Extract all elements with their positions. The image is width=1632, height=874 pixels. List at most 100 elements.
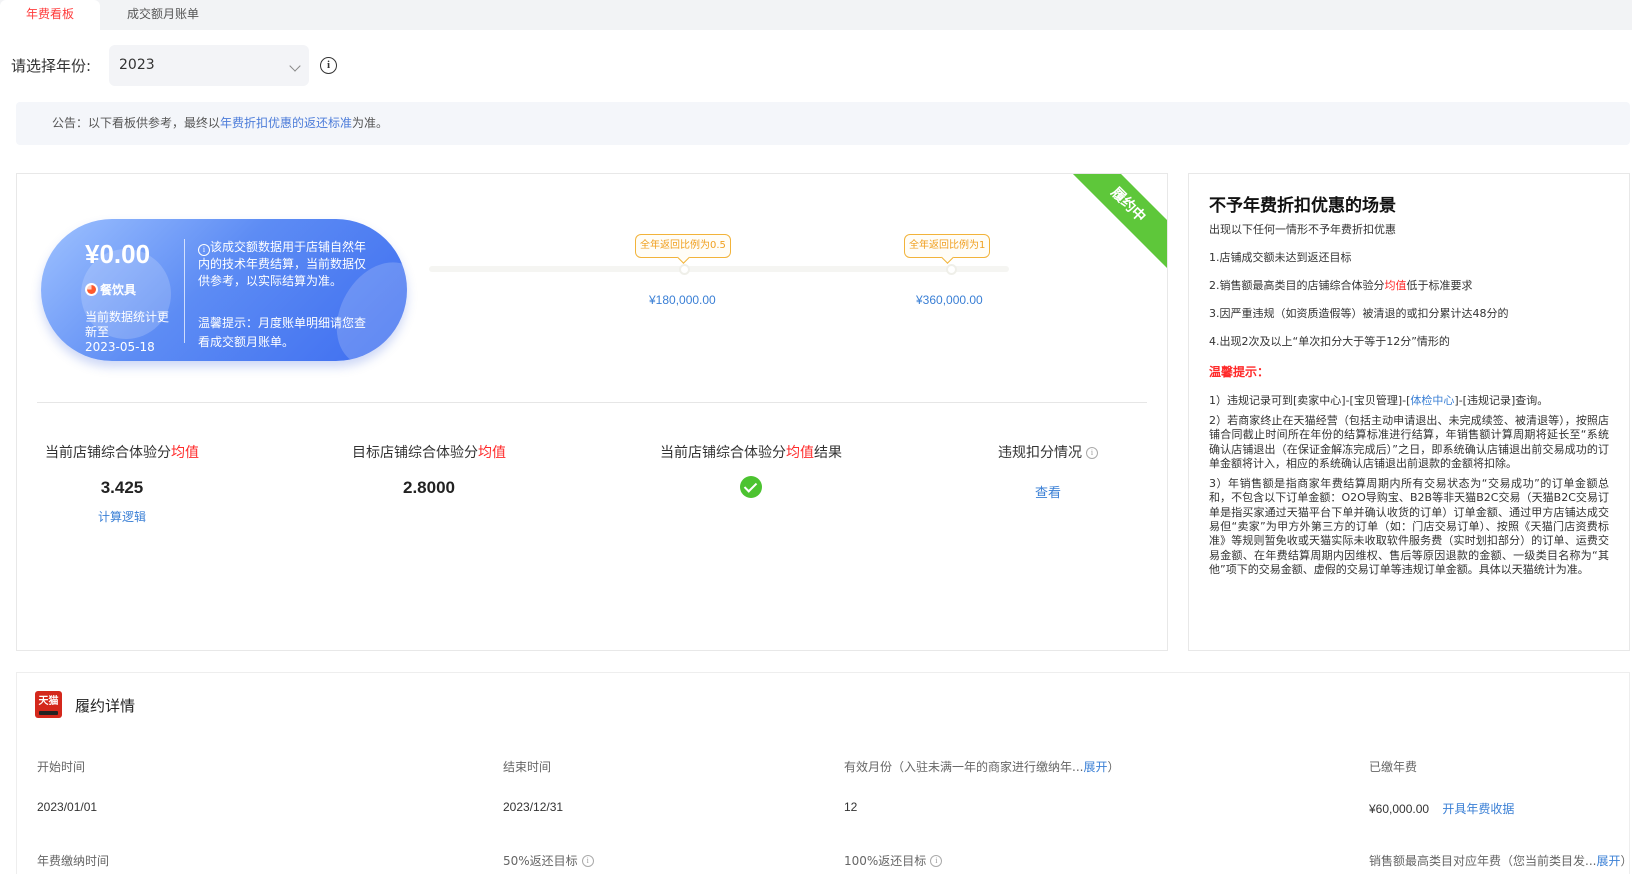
metric-title-highlight: 均值 — [478, 445, 506, 461]
year-select-value: 2023 — [119, 57, 155, 73]
tab-bar: 年费看板 成交额月账单 — [0, 0, 1632, 30]
notice-suffix: 为准。 — [352, 116, 389, 130]
paid-fee-value: ¥60,000.00 开具年费收据 — [1369, 800, 1514, 817]
note-item: 2）若商家终止在天猫经营（包括主动申请退出、未完成续签、被清退等），按照店铺合同… — [1209, 414, 1609, 470]
valid-months-value: 12 — [844, 800, 858, 814]
milestone-label: 全年返回比例为1 — [904, 234, 991, 258]
rule-item: 1.店铺成交额未达到返还目标 — [1209, 251, 1352, 264]
target-50-label: 50%返还目标 i — [503, 852, 594, 869]
metric-target-score: 目标店铺综合体验分均值 2.8000 — [344, 442, 514, 498]
rule-item-highlight: 均值 — [1384, 279, 1407, 292]
sales-card: ¥0.00 餐饮具 当前数据统计更新至 2023-05-18 i 该成交额数据用于… — [41, 219, 407, 361]
category-fee-close: ） — [1620, 854, 1632, 868]
milestone-marker — [679, 264, 690, 275]
pie-chart-icon — [85, 283, 98, 296]
warning-title: 温馨提示： — [1209, 365, 1270, 379]
start-time-label: 开始时间 — [37, 760, 86, 774]
milestone-value: ¥180,000.00 — [649, 293, 716, 307]
check-circle-icon — [740, 476, 762, 498]
update-date: 2023-05-18 — [85, 340, 155, 354]
metric-violation: 违规扣分情况 i 查看 — [992, 442, 1104, 501]
milestone-marker — [946, 264, 957, 275]
card-description: i 该成交额数据用于店铺自然年内的技术年费结算，当前数据仅供参考，以实际结算为准。 — [198, 239, 368, 290]
update-info: 当前数据统计更新至 2023-05-18 — [85, 310, 177, 355]
rule-item: 2.销售额最高类目的店铺综合体验分均值低于标准要求 — [1209, 279, 1609, 293]
card-tip: 温馨提示：月度账单明细请您查看成交额月账单。 — [198, 316, 367, 349]
progress-track — [429, 266, 1009, 272]
section-divider — [37, 402, 1147, 403]
chevron-down-icon — [289, 60, 301, 72]
issue-receipt-link[interactable]: 开具年费收据 — [1442, 802, 1514, 816]
valid-months-label: 有效月份（入驻未满一年的商家进行缴纳年...展开） — [844, 758, 1119, 775]
category: 餐饮具 — [85, 281, 136, 298]
update-label: 当前数据统计更新至 — [85, 310, 170, 339]
valid-months-close: ） — [1107, 760, 1120, 774]
target-100-text: 100%返还目标 — [844, 854, 927, 868]
valid-months-text: 有效月份（入驻未满一年的商家进行缴纳年... — [844, 760, 1084, 774]
metric-title-text: 目标店铺综合体验分 — [352, 445, 478, 461]
metric-title: 目标店铺综合体验分均值 — [344, 442, 514, 462]
end-time-label: 结束时间 — [503, 760, 552, 774]
category-fee-text: 销售额最高类目对应年费（您当前类目发... — [1369, 854, 1597, 868]
milestone-value: ¥360,000.00 — [916, 293, 983, 307]
paid-fee-label: 已缴年费 — [1369, 760, 1418, 774]
notice-banner: 公告：以下看板供参考，最终以年费折扣优惠的返还标准为准。 — [16, 102, 1630, 145]
rule-item-text: 2.销售额最高类目的店铺综合体验分 — [1209, 279, 1385, 292]
card-divider — [184, 239, 185, 343]
metric-title-highlight: 均值 — [786, 445, 814, 461]
start-time-value: 2023/01/01 — [37, 800, 98, 814]
year-select[interactable]: 2023 — [109, 45, 309, 86]
status-ribbon: 履约中 — [1062, 174, 1167, 271]
tmall-logo-icon: 天猫 — [35, 691, 62, 718]
health-center-link[interactable]: 体检中心 — [1410, 394, 1454, 407]
metric-score-result: 当前店铺综合体验分均值结果 — [651, 442, 851, 501]
metric-current-score: 当前店铺综合体验分均值 3.425 计算逻辑 — [37, 442, 207, 525]
annual-fee-panel: 履约中 ¥0.00 餐饮具 当前数据统计更新至 2023-05-18 i 该成交额… — [16, 173, 1168, 651]
sales-amount: ¥0.00 — [85, 239, 151, 269]
info-icon[interactable]: i — [320, 57, 337, 74]
info-icon[interactable]: i — [1086, 447, 1098, 459]
tab-annual-fee-dashboard[interactable]: 年费看板 — [0, 0, 100, 30]
fee-pay-time-label: 年费缴纳时间 — [37, 854, 110, 868]
calc-logic-link[interactable]: 计算逻辑 — [37, 508, 207, 525]
metric-title-suffix: 结果 — [814, 445, 842, 461]
category-name: 餐饮具 — [100, 283, 137, 297]
target-100-label: 100%返还目标 i — [844, 852, 943, 869]
metric-title-text: 当前店铺综合体验分 — [45, 445, 171, 461]
note-text: 1）违规记录可到[卖家中心]-[宝贝管理]-[ — [1209, 394, 1411, 407]
metric-value: 2.8000 — [403, 478, 455, 497]
contract-title: 履约详情 — [75, 697, 136, 715]
tab-monthly-sales-bill[interactable]: 成交额月账单 — [108, 0, 218, 30]
metric-title-highlight: 均值 — [171, 445, 199, 461]
target-50-text: 50%返还目标 — [503, 854, 578, 868]
contract-details: 天猫 履约详情 开始时间 结束时间 有效月份（入驻未满一年的商家进行缴纳年...… — [16, 672, 1632, 874]
category-fee-label: 销售额最高类目对应年费（您当前类目发...展开） — [1369, 852, 1632, 869]
metric-title: 当前店铺综合体验分均值结果 — [651, 442, 851, 462]
milestone-label: 全年返回比例为0.5 — [635, 234, 731, 258]
metric-value: 3.425 — [100, 478, 144, 497]
info-icon[interactable]: i — [930, 855, 943, 867]
info-icon: i — [198, 244, 210, 256]
metric-title-text: 违规扣分情况 — [998, 445, 1082, 461]
note-text-suffix: ]-[违规记录]查询。 — [1454, 394, 1549, 407]
metric-title-text: 当前店铺综合体验分 — [660, 445, 786, 461]
paid-fee-amount: ¥60,000.00 — [1369, 802, 1430, 816]
view-violation-link[interactable]: 查看 — [992, 482, 1104, 501]
note-item: 3）年销售额是指商家年费结算周期内所有交易状态为“交易成功”的订单金额总和，不包… — [1209, 477, 1609, 576]
rule-item-suffix: 低于标准要求 — [1406, 279, 1473, 292]
metric-title: 违规扣分情况 i — [992, 442, 1104, 462]
expand-link[interactable]: 展开 — [1596, 854, 1620, 868]
expand-link[interactable]: 展开 — [1083, 760, 1107, 774]
info-icon[interactable]: i — [581, 855, 594, 867]
note-item: 1）违规记录可到[卖家中心]-[宝贝管理]-[体检中心]-[违规记录]查询。 — [1209, 394, 1609, 408]
rule-item: 3.因严重违规（如资质造假等）被清退的或扣分累计达48分的 — [1209, 307, 1509, 320]
end-time-value: 2023/12/31 — [503, 800, 564, 814]
rules-title: 不予年费折扣优惠的场景 — [1209, 196, 1396, 216]
notice-prefix: 公告：以下看板供参考，最终以 — [52, 116, 221, 130]
card-description-text: 该成交额数据用于店铺自然年内的技术年费结算，当前数据仅供参考，以实际结算为准。 — [198, 240, 367, 288]
rule-item: 4.出现2次及以上“单次扣分大于等于12分”情形的 — [1209, 335, 1450, 348]
rules-intro: 出现以下任何一情形不予年费折扣优惠 — [1209, 223, 1396, 236]
rules-panel: 不予年费折扣优惠的场景 出现以下任何一情形不予年费折扣优惠 1.店铺成交额未达到… — [1188, 173, 1630, 651]
notice-rule-link[interactable]: 年费折扣优惠的返还标准 — [220, 116, 352, 130]
year-filter-label: 请选择年份: — [11, 57, 92, 75]
